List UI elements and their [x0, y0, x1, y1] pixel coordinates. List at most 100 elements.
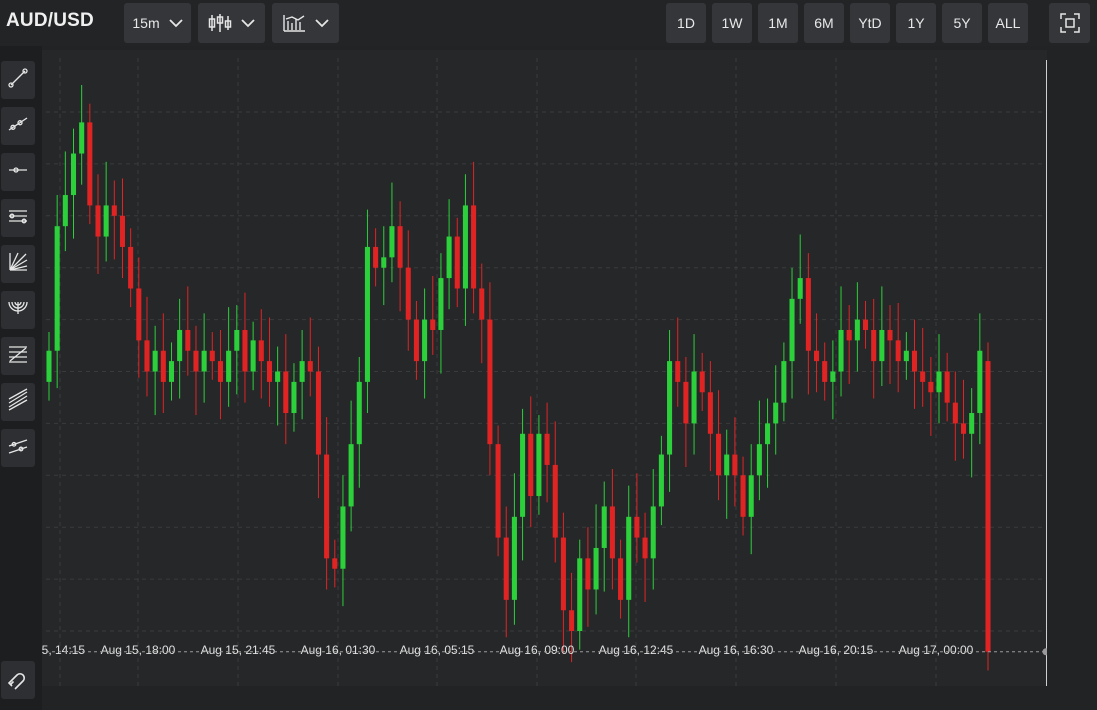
candle-body: [209, 350, 215, 362]
candle-body: [830, 371, 836, 382]
candle-body: [446, 236, 452, 279]
fullscreen-icon: [1059, 13, 1080, 33]
candle-body: [707, 392, 713, 434]
candle-body: [364, 246, 370, 382]
candle-body: [381, 257, 387, 268]
chevron-down-icon: [168, 18, 183, 28]
candle-body: [854, 319, 860, 341]
candle-body: [275, 371, 281, 382]
candle-body: [642, 537, 648, 559]
candle-body: [789, 298, 795, 362]
range-button-all[interactable]: ALL: [988, 3, 1028, 43]
fan-icon: [6, 250, 30, 279]
candle-body: [658, 454, 664, 507]
candle-body: [79, 122, 85, 154]
candle-body: [332, 558, 338, 569]
candle-body: [691, 371, 697, 424]
indicators-dropdown[interactable]: [272, 3, 339, 43]
candle-body: [299, 361, 305, 382]
range-button-5y[interactable]: 5Y: [942, 3, 982, 43]
candle-body: [62, 195, 68, 227]
candle-body: [536, 433, 542, 497]
candle-body: [438, 278, 444, 330]
candle-body: [748, 475, 754, 517]
candle-body: [552, 464, 558, 538]
candle-body: [250, 340, 256, 372]
range-button-1m[interactable]: 1M: [758, 3, 798, 43]
candle-body: [479, 288, 485, 320]
time-tick-label: Aug 16, 20:15: [799, 643, 874, 657]
candle-body: [920, 371, 926, 382]
candle-body: [160, 350, 166, 382]
candle-body: [348, 444, 354, 507]
range-button-6m[interactable]: 6M: [804, 3, 844, 43]
candle-body: [560, 537, 566, 611]
candle-body: [585, 558, 591, 590]
candle-body: [781, 361, 787, 403]
candle-body: [887, 329, 893, 341]
candle-body: [960, 423, 967, 434]
candle-body: [266, 361, 272, 382]
candle-body: [46, 350, 52, 382]
tool-ray[interactable]: [1, 107, 35, 145]
tool-parallel-channel[interactable]: [1, 199, 35, 237]
candle-body: [315, 371, 321, 455]
candle-body: [609, 506, 615, 559]
candlestick-chart-svg: 0.69950.70000.70050.70100.70150.70200.70…: [42, 58, 1047, 686]
candle-body: [234, 329, 240, 351]
candle-body: [528, 433, 534, 497]
ray-icon: [6, 112, 30, 141]
candle-body: [70, 153, 77, 196]
price-chart[interactable]: 0.69950.70000.70050.70100.70150.70200.70…: [42, 50, 1047, 686]
chart-type-dropdown[interactable]: [198, 3, 265, 43]
fullscreen-button[interactable]: [1049, 3, 1090, 43]
time-tick-label: Aug 16, 01:30: [301, 643, 376, 657]
horizontal-line-icon: [6, 158, 30, 187]
tool-trend-line[interactable]: [1, 61, 35, 99]
tool-fan[interactable]: [1, 245, 35, 283]
time-axis: 15, 14:15 Aug 15, 18:00 Aug 15, 21:45 Aug 1…: [42, 643, 974, 657]
candle-body: [928, 381, 934, 393]
extended-line-icon: [6, 434, 30, 463]
candle-body: [569, 610, 575, 631]
tool-arc[interactable]: [1, 291, 35, 329]
candle-body: [95, 205, 101, 237]
tool-extended-line[interactable]: [1, 429, 35, 467]
candle-body: [577, 558, 583, 631]
top-toolbar: AUD/USD 15m 1D 1W 1M 6M YtD 1Y 5Y ALL: [0, 0, 1097, 46]
tool-fib-retracement[interactable]: [1, 337, 35, 375]
tool-horizontal-line[interactable]: [1, 153, 35, 191]
candle-body: [119, 215, 126, 247]
candle-body: [422, 319, 428, 362]
candle-body: [716, 433, 722, 476]
time-tick-label: Aug 15, 18:00: [101, 643, 176, 657]
candle-body: [626, 516, 632, 600]
candle-body: [944, 371, 950, 403]
range-button-1w[interactable]: 1W: [712, 3, 752, 43]
time-tick-label: Aug 16, 16:30: [699, 643, 774, 657]
candle-body: [675, 361, 681, 382]
chevron-down-icon: [241, 18, 255, 28]
tool-magnet[interactable]: [1, 661, 35, 699]
fib-retracement-icon: [6, 342, 30, 371]
time-tick-label: 15, 14:15: [42, 643, 85, 657]
candle-body: [911, 350, 918, 372]
candle-body: [430, 319, 436, 330]
candle-body: [405, 267, 411, 320]
candle-body: [797, 278, 803, 299]
tool-pitchfork[interactable]: [1, 383, 35, 421]
range-button-ytd[interactable]: YtD: [850, 3, 890, 43]
candle-body: [985, 361, 991, 652]
candle-body: [111, 205, 117, 216]
candle-body: [813, 350, 820, 362]
pitchfork-icon: [6, 387, 30, 417]
range-button-1d[interactable]: 1D: [666, 3, 706, 43]
candle-body: [242, 329, 248, 372]
symbol-title: AUD/USD: [6, 10, 94, 31]
candle-body: [454, 236, 460, 289]
candle-body: [201, 350, 207, 372]
candle-body: [54, 226, 60, 351]
parallel-channel-icon: [6, 204, 30, 233]
interval-dropdown[interactable]: 15m: [124, 3, 191, 43]
range-button-1y[interactable]: 1Y: [896, 3, 936, 43]
